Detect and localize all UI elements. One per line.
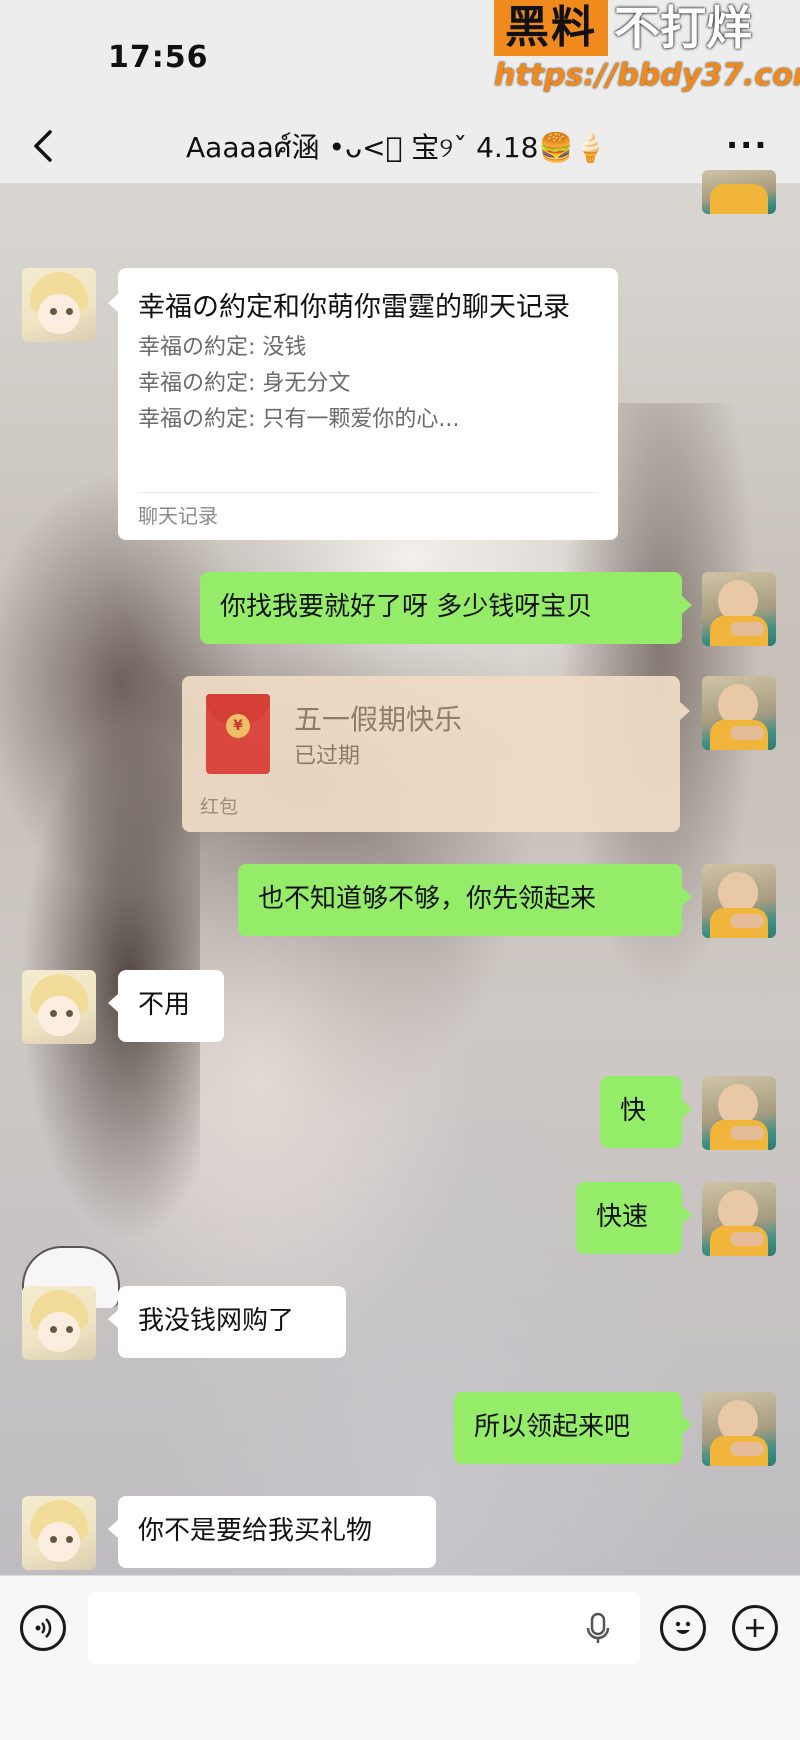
red-packet-status: 已过期: [294, 744, 361, 769]
emoji-button[interactable]: [660, 1605, 706, 1651]
message-bubble-sent[interactable]: 快: [600, 1076, 692, 1148]
chat-record-title: 幸福の約定和你萌你雷霆的聊天记录: [138, 292, 570, 323]
avatar-contact[interactable]: [22, 1286, 96, 1360]
avatar-contact[interactable]: [22, 1496, 96, 1570]
red-packet-icon: ¥: [206, 694, 270, 774]
watermark-url: https://bbdy37.com: [494, 58, 800, 93]
avatar-eye: [50, 1326, 57, 1333]
avatar-self[interactable]: [702, 572, 776, 646]
chevron-left-icon: [34, 130, 52, 162]
voice-icon: [35, 1618, 52, 1638]
avatar-self[interactable]: [702, 1076, 776, 1150]
input-bar: [0, 1575, 800, 1740]
avatar-self[interactable]: [702, 1392, 776, 1466]
red-packet-title: 五一假期快乐: [294, 703, 463, 736]
avatar-face: [38, 1312, 80, 1352]
message-bubble-sent[interactable]: 也不知道够不够，你先领起来: [238, 864, 692, 936]
chat-record-line: 幸福の約定: 没钱: [138, 335, 307, 360]
status-bar: 17:56 黑料 不打烊 https://bbdy37.com: [0, 0, 800, 110]
chat-title: Aaaaaศ์涵 •ᴗ<ᷮ 宝୨ˇ 4.18🍔🍦: [186, 131, 609, 164]
red-packet-card[interactable]: ¥ 五一假期快乐 已过期 红包: [182, 676, 690, 832]
avatar-hand: [730, 1232, 764, 1246]
avatar-self[interactable]: [702, 170, 776, 214]
message-bubble-sent[interactable]: 你找我要就好了呀 多少钱呀宝贝: [200, 572, 692, 644]
chat-record-line: 幸福の約定: 身无分文: [138, 371, 351, 396]
avatar-eye: [66, 1010, 73, 1017]
avatar-eye: [50, 1536, 57, 1543]
watermark-brand-box: 黑料: [494, 0, 608, 56]
message-input[interactable]: [88, 1592, 640, 1664]
bottom-safe-area: [0, 1684, 800, 1740]
red-packet-coin: ¥: [226, 714, 250, 738]
avatar-self[interactable]: [702, 1182, 776, 1256]
chat-record-line: 幸福の約定: 只有一颗爱你的心...: [138, 407, 460, 432]
emoji-icon: [675, 1621, 691, 1634]
more-options-button[interactable]: ···: [726, 126, 768, 164]
chat-header: Aaaaaศ์涵 •ᴗ<ᷮ 宝୨ˇ 4.18🍔🍦 ···: [0, 110, 800, 183]
watermark: 黑料 不打烊 https://bbdy37.com: [494, 0, 800, 100]
avatar-contact[interactable]: [22, 970, 96, 1044]
chat-record-card[interactable]: 幸福の約定和你萌你雷霆的聊天记录 幸福の約定: 没钱 幸福の約定: 身无分文 幸…: [108, 268, 618, 540]
avatar-hand: [730, 622, 764, 636]
avatar-eye: [50, 308, 57, 315]
red-packet-footer: 红包: [200, 796, 239, 818]
avatar-eye: [50, 1010, 57, 1017]
message-bubble-sent[interactable]: 快速: [576, 1182, 692, 1254]
status-time: 17:56: [108, 40, 209, 75]
avatar-shirt: [710, 184, 768, 214]
message-bubble-sent[interactable]: 所以领起来吧: [454, 1392, 692, 1464]
avatar-face: [38, 1522, 80, 1562]
chat-record-footer: 聊天记录: [138, 504, 218, 528]
avatar-eye: [66, 308, 73, 315]
avatar-face: [38, 996, 80, 1036]
avatar-eye: [66, 1326, 73, 1333]
message-bubble-received[interactable]: 我没钱网购了: [108, 1286, 346, 1358]
message-bubble-received[interactable]: 你不是要给我买礼物: [108, 1496, 436, 1568]
avatar-self[interactable]: [702, 864, 776, 938]
watermark-brand-text: 不打烊: [614, 1, 752, 55]
avatar-self[interactable]: [702, 676, 776, 750]
plus-icon: [746, 1619, 764, 1637]
avatar-face: [38, 294, 80, 334]
mic-icon[interactable]: [580, 1610, 616, 1646]
back-button[interactable]: [26, 126, 62, 166]
avatar-eye: [66, 1536, 73, 1543]
plus-button[interactable]: [732, 1605, 778, 1651]
avatar-hand: [730, 914, 764, 928]
avatar-hand: [730, 1442, 764, 1456]
avatar-hand: [730, 726, 764, 740]
avatar-hand: [730, 1126, 764, 1140]
message-bubble-received[interactable]: 不用: [108, 970, 224, 1042]
avatar-contact[interactable]: [22, 268, 96, 342]
voice-button[interactable]: [20, 1605, 66, 1651]
chat-record-divider: [138, 492, 598, 493]
